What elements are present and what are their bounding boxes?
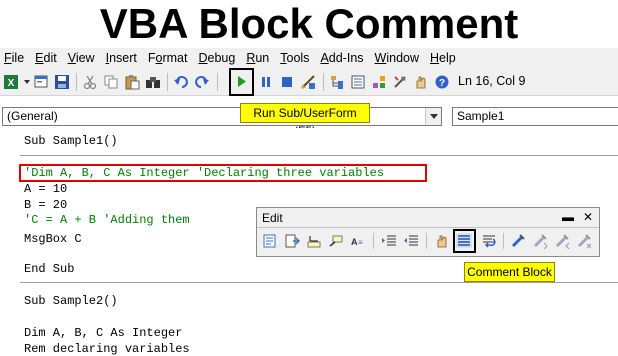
outdent-icon[interactable] [401, 231, 421, 251]
code-line-assign-b[interactable]: B = 20 [24, 198, 67, 213]
help-icon[interactable]: ? [432, 72, 452, 92]
code-line-sub-sample2[interactable]: Sub Sample2() [24, 294, 118, 309]
clear-all-bookmarks-icon[interactable] [574, 231, 594, 251]
toggle-bookmark-icon[interactable] [508, 231, 528, 251]
uncomment-block-icon[interactable] [479, 231, 499, 251]
code-line-msgbox[interactable]: MsgBox C [24, 232, 82, 247]
run-sub-button[interactable] [229, 68, 254, 96]
svg-text:A: A [351, 237, 358, 247]
object-combo[interactable]: (General) [2, 107, 442, 126]
break-icon[interactable] [256, 72, 276, 92]
svg-text:≡: ≡ [358, 238, 363, 247]
insert-userform-icon[interactable] [31, 72, 51, 92]
menu-tools[interactable]: Tools [276, 48, 316, 68]
menu-file[interactable]: File [0, 48, 31, 68]
close-icon[interactable]: ✕ [581, 210, 595, 224]
run-sub-tooltip: Run Sub/UserForm (F5) [240, 103, 370, 138]
object-browser-icon[interactable] [369, 72, 389, 92]
paste-icon[interactable] [122, 72, 142, 92]
run-icon [238, 76, 246, 87]
parameter-info-icon[interactable] [326, 231, 346, 251]
procedure-separator [20, 282, 618, 283]
code-line-commented-sum[interactable]: 'C = A + B 'Adding them [24, 213, 190, 228]
toolbox-icon[interactable] [390, 72, 410, 92]
code-line-rem[interactable]: Rem declaring variables [24, 342, 190, 356]
project-explorer-icon[interactable] [327, 72, 347, 92]
code-line-assign-a[interactable]: A = 10 [24, 182, 67, 197]
menu-edit[interactable]: Edit [31, 48, 64, 68]
svg-text:X: X [8, 78, 15, 89]
screenshot: VBA Block Comment File Edit View Insert … [0, 0, 618, 356]
list-constants-icon[interactable] [282, 231, 302, 251]
menu-bar: File Edit View Insert Format Debug Run T… [0, 48, 618, 68]
comment-block-button[interactable] [453, 229, 476, 253]
next-bookmark-icon[interactable] [530, 231, 550, 251]
menu-add-ins[interactable]: Add-Ins [316, 48, 370, 68]
redo-icon[interactable] [192, 72, 212, 92]
save-icon[interactable] [52, 72, 72, 92]
svg-text:?: ? [439, 78, 445, 89]
complete-word-icon[interactable]: A ≡ [348, 231, 368, 251]
quick-info-icon[interactable] [304, 231, 324, 251]
comment-block-tooltip: Comment Block [464, 262, 555, 282]
procedure-combo-value: Sample1 [457, 109, 505, 123]
properties-window-icon[interactable] [348, 72, 368, 92]
page-heading: VBA Block Comment [99, 0, 519, 47]
toolbar-options-icon[interactable]: ▬ [561, 210, 575, 224]
cursor-position-indicator: Ln 16, Col 9 [458, 74, 526, 88]
code-line-dim[interactable]: Dim A, B, C As Integer [24, 326, 182, 341]
excel-icon[interactable]: X [1, 72, 21, 92]
menu-format[interactable]: Format [144, 48, 195, 68]
hand-tool-icon[interactable] [411, 72, 431, 92]
edit-toolbar-title: Edit [257, 208, 599, 228]
menu-window[interactable]: Window [371, 48, 426, 68]
design-mode-icon[interactable] [298, 72, 318, 92]
previous-bookmark-icon[interactable] [552, 231, 572, 251]
list-properties-icon[interactable] [260, 231, 280, 251]
menu-view[interactable]: View [64, 48, 102, 68]
code-line-end-sub[interactable]: End Sub [24, 262, 74, 277]
code-line-commented-dim[interactable]: 'Dim A, B, C As Integer 'Declaring three… [24, 166, 384, 181]
chevron-down-icon[interactable] [425, 108, 441, 125]
reset-icon[interactable] [277, 72, 297, 92]
menu-run[interactable]: Run [242, 48, 276, 68]
procedure-combo[interactable]: Sample1 [452, 107, 618, 126]
find-icon[interactable] [143, 72, 163, 92]
procedure-separator [20, 155, 618, 156]
menu-help[interactable]: Help [426, 48, 463, 68]
comment-block-icon [456, 233, 472, 248]
indent-icon[interactable] [379, 231, 399, 251]
menu-debug[interactable]: Debug [194, 48, 242, 68]
code-line-sub-sample1[interactable]: Sub Sample1() [24, 134, 118, 149]
menu-insert[interactable]: Insert [102, 48, 144, 68]
toggle-breakpoint-icon[interactable] [432, 231, 452, 251]
undo-icon[interactable] [171, 72, 191, 92]
copy-icon[interactable] [101, 72, 121, 92]
cut-icon[interactable] [80, 72, 100, 92]
object-combo-value: (General) [7, 109, 58, 123]
